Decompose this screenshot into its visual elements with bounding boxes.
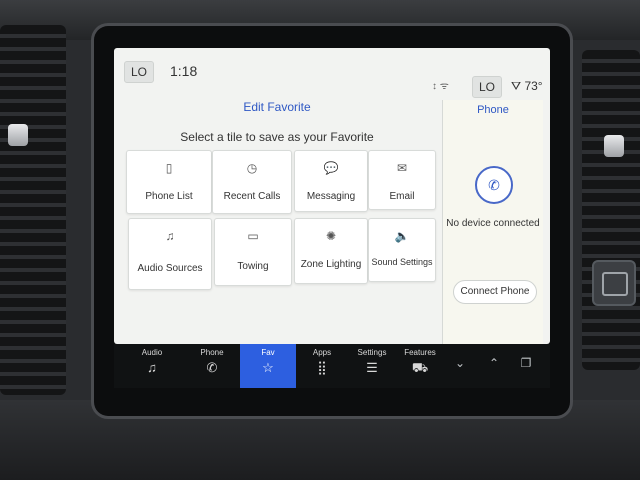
car-fan-icon: ⛛ xyxy=(511,79,522,93)
tile-phone-list[interactable]: ▯ Phone List xyxy=(126,150,212,214)
phone-list-icon: ▯ xyxy=(165,161,173,175)
zone-lighting-icon: ✺ xyxy=(325,229,337,243)
nav-fav[interactable]: Fav ☆ xyxy=(240,344,296,388)
nav-apps[interactable]: Apps ⣿ xyxy=(294,344,350,388)
nav-features[interactable]: Features ⛟ xyxy=(392,344,448,388)
tile-label: Messaging xyxy=(306,191,356,202)
favorites-area: Edit Favorite Select a tile to save as y… xyxy=(114,94,440,344)
favorites-subtitle: Select a tile to save as your Favorite xyxy=(180,130,374,144)
edit-favorite-title: Edit Favorite xyxy=(243,100,311,114)
tile-label: Towing xyxy=(237,261,269,272)
tile-label: Email xyxy=(389,191,415,202)
tile-audio-sources[interactable]: ♫ Audio Sources xyxy=(128,218,212,290)
connect-phone-button[interactable]: Connect Phone xyxy=(453,280,537,304)
messaging-icon: 💬 xyxy=(323,161,339,175)
tile-label: Sound Settings xyxy=(371,257,433,267)
tile-messaging[interactable]: 💬 Messaging xyxy=(294,150,368,212)
sound-settings-icon: 🔈 xyxy=(394,229,410,243)
email-icon: ✉ xyxy=(396,161,408,175)
phone-panel-title: Phone xyxy=(477,104,509,116)
chevron-down-icon[interactable]: ⌄ xyxy=(450,356,470,370)
apps-grid-icon: ⣿ xyxy=(317,360,327,375)
bottom-navigation-bar: Audio ♫ Phone ✆ Fav ☆ Apps ⣿ Settings ☰ … xyxy=(114,344,550,388)
phone-icon: ✆ xyxy=(475,166,513,204)
chevron-up-icon[interactable]: ⌃ xyxy=(484,356,504,370)
left-vent-knob[interactable] xyxy=(8,124,28,146)
right-air-vent xyxy=(582,50,640,370)
music-note-icon: ♫ xyxy=(147,360,157,375)
temperature-value: 73° xyxy=(524,79,543,93)
audio-sources-icon: ♫ xyxy=(165,229,175,243)
recent-calls-icon: ◷ xyxy=(246,161,258,175)
tile-zone-lighting[interactable]: ✺ Zone Lighting xyxy=(294,218,368,284)
passenger-temp-badge[interactable]: LO xyxy=(472,76,503,98)
left-air-vent xyxy=(0,25,66,395)
outside-temperature: ⛛ 73° xyxy=(511,79,543,94)
status-bar: LO 1:18 ↕ ᯤ LO ⛛ 73° xyxy=(114,48,550,98)
tile-label: Recent Calls xyxy=(223,191,281,202)
star-icon: ☆ xyxy=(262,360,274,375)
tile-label: Audio Sources xyxy=(137,263,203,274)
tile-email[interactable]: ✉ Email xyxy=(368,150,436,210)
tile-label: Phone List xyxy=(145,191,193,202)
nav-label: Features xyxy=(404,348,436,357)
infotainment-screen: LO 1:18 ↕ ᯤ LO ⛛ 73° Edit Favorite Selec… xyxy=(114,48,550,344)
nav-audio[interactable]: Audio ♫ xyxy=(124,344,180,388)
signal-icon: ↕ ᯤ xyxy=(432,81,449,92)
phone-handset-icon: ✆ xyxy=(206,360,218,375)
towing-icon: ▭ xyxy=(247,229,259,243)
dashboard-side-button[interactable] xyxy=(592,260,636,306)
tile-recent-calls[interactable]: ◷ Recent Calls xyxy=(212,150,292,214)
tile-towing[interactable]: ▭ Towing xyxy=(214,218,292,286)
right-vent-knob[interactable] xyxy=(604,135,624,157)
clock: 1:18 xyxy=(170,63,198,79)
driver-temp-badge[interactable]: LO xyxy=(124,61,155,83)
phone-status: No device connected xyxy=(446,218,540,229)
side-button-icon xyxy=(602,272,628,296)
nav-phone[interactable]: Phone ✆ xyxy=(184,344,240,388)
nav-label: Phone xyxy=(200,348,224,357)
nav-label: Audio xyxy=(141,348,163,357)
tile-label: Zone Lighting xyxy=(300,259,362,270)
nav-label: Apps xyxy=(312,348,332,357)
windows-icon[interactable]: ❐ xyxy=(516,356,536,370)
nav-label: Fav xyxy=(261,348,275,357)
tile-sound-settings[interactable]: 🔈 Sound Settings xyxy=(368,218,436,282)
phone-panel: Phone ✆ No device connected Connect Phon… xyxy=(442,100,543,344)
car-icon: ⛟ xyxy=(411,360,429,375)
